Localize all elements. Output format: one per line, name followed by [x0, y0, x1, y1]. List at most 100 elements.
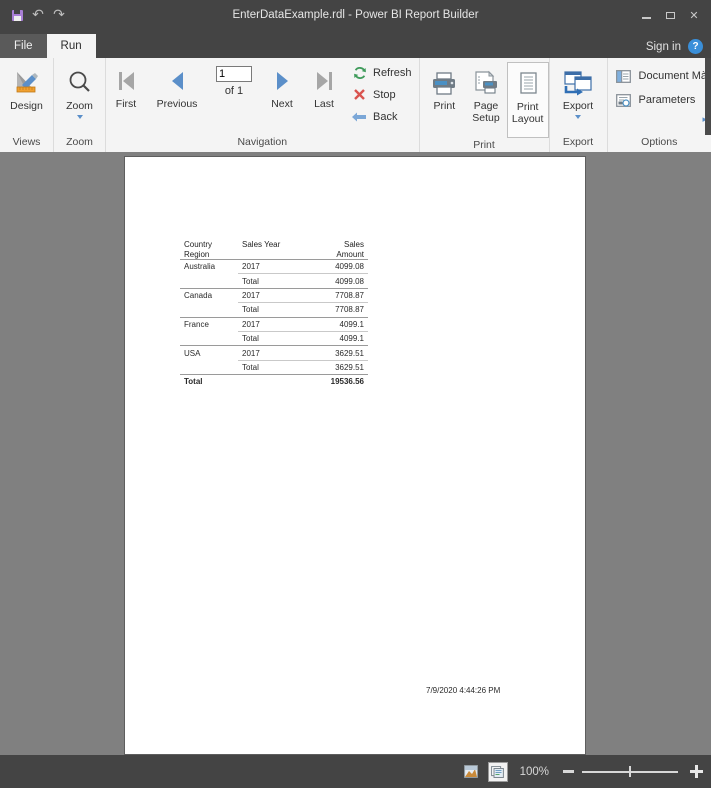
page-setup-label-line1: Page: [473, 100, 499, 112]
ribbon-tab-strip: File Run Sign in ?: [0, 30, 711, 58]
chevron-down-icon[interactable]: [76, 115, 83, 119]
design-button[interactable]: Design: [0, 62, 53, 112]
zoom-button[interactable]: Zoom: [54, 62, 105, 119]
options-commands: Document Mà Parameters: [608, 62, 711, 109]
page-setup-button[interactable]: Page Setup: [465, 62, 507, 124]
previous-page-icon: [171, 64, 183, 98]
cell-year: Total: [238, 302, 304, 318]
navigation-commands: Refresh Stop Back: [344, 60, 418, 126]
minimize-button[interactable]: [635, 5, 657, 25]
zoom-slider-thumb[interactable]: [629, 766, 632, 777]
document-map-icon: [616, 69, 632, 83]
first-page-button[interactable]: First: [106, 60, 146, 110]
ribbon-right-edge: [705, 58, 711, 135]
next-page-button[interactable]: Next: [260, 60, 304, 110]
last-page-button[interactable]: Last: [304, 60, 344, 110]
help-icon[interactable]: ?: [688, 39, 703, 54]
next-page-icon: [276, 64, 288, 98]
signin-area: Sign in ?: [646, 39, 703, 54]
ribbon-group-navigation: First Previous of 1 Next: [106, 58, 420, 152]
cell-country: [180, 303, 238, 317]
tab-run[interactable]: Run: [46, 34, 96, 58]
ribbon-group-views-label: Views: [12, 136, 41, 148]
normal-view-button[interactable]: [462, 763, 480, 781]
restore-button[interactable]: [659, 5, 681, 25]
next-page-label: Next: [271, 98, 293, 110]
page-count-label: of 1: [224, 85, 244, 97]
undo-button[interactable]: ↶: [30, 7, 46, 23]
title-bar: ↶ ↷ EnterDataExample.rdl - Power BI Repo…: [0, 0, 711, 30]
page-setup-icon: [472, 66, 500, 100]
parameters-icon: [616, 93, 632, 107]
print-layout-view-button[interactable]: [487, 761, 508, 782]
zoom-in-button[interactable]: [690, 765, 703, 778]
window-title: EnterDataExample.rdl - Power BI Report B…: [232, 9, 479, 21]
previous-page-button[interactable]: Previous: [146, 60, 208, 110]
grand-total-label: Total: [180, 374, 238, 389]
back-label: Back: [373, 110, 398, 123]
last-page-icon: [316, 64, 332, 98]
page-setup-label-line2: Setup: [472, 112, 500, 124]
status-bar: 100%: [0, 755, 711, 788]
print-layout-label-line1: Print: [516, 101, 539, 113]
stop-icon: [352, 87, 367, 102]
cell-country: [180, 360, 238, 374]
document-map-button[interactable]: Document Mà: [616, 67, 707, 85]
cell-amount: 4099.08: [304, 273, 368, 289]
ribbon-group-zoom-label: Zoom: [66, 136, 93, 148]
print-layout-button[interactable]: Print Layout: [506, 62, 549, 138]
back-button[interactable]: Back: [352, 107, 412, 126]
zoom-slider[interactable]: [582, 766, 678, 778]
grand-total-spacer: [238, 374, 304, 389]
ribbon-group-zoom: Zoom Zoom: [54, 58, 106, 152]
document-map-label: Document Mà: [638, 70, 707, 82]
cell-country: Canada: [184, 291, 213, 301]
design-label: Design: [10, 100, 43, 112]
ribbon: Design Views Zoom Zoom First Previous 1 …: [0, 58, 711, 153]
save-button[interactable]: [9, 7, 25, 23]
cell-year: Total: [238, 359, 304, 375]
cell-amount: 4099.1: [339, 319, 364, 329]
last-page-label: Last: [314, 98, 334, 110]
report-timestamp: 7/9/2020 4:44:26 PM: [426, 686, 501, 695]
cell-amount: 7708.87: [304, 302, 368, 318]
ribbon-group-print: Print Page Setup Print Layout Print: [420, 58, 550, 152]
page-number-control: of 1: [208, 60, 260, 97]
refresh-label: Refresh: [373, 66, 412, 79]
parameters-button[interactable]: Parameters: [616, 91, 707, 109]
close-button[interactable]: ✕: [683, 5, 705, 25]
table-header: Country Region Sales Year Sales Amount: [180, 240, 368, 260]
print-label: Print: [433, 100, 456, 112]
export-icon: [563, 66, 593, 100]
refresh-button[interactable]: Refresh: [352, 63, 412, 82]
cell-country: [180, 274, 238, 288]
export-chevron-down-icon[interactable]: [575, 115, 582, 119]
export-label: Export: [562, 100, 594, 112]
header-sales-amount: Sales Amount: [304, 240, 368, 260]
redo-button[interactable]: ↷: [51, 7, 67, 23]
ribbon-group-print-label: Print: [473, 139, 495, 151]
signin-link[interactable]: Sign in: [646, 41, 681, 53]
cell-amount: 3629.51: [304, 359, 368, 375]
tab-file[interactable]: File: [0, 34, 47, 58]
back-arrow-icon: [352, 109, 367, 124]
first-page-label: First: [115, 98, 137, 110]
report-viewer-canvas[interactable]: Country Region Sales Year Sales Amount A…: [0, 152, 711, 755]
export-button[interactable]: Export: [550, 62, 607, 119]
stop-label: Stop: [373, 88, 396, 101]
zoom-level-label: 100%: [519, 765, 549, 778]
print-button[interactable]: Print: [424, 62, 466, 112]
stop-button[interactable]: Stop: [352, 85, 412, 104]
cell-country: [180, 331, 238, 345]
design-icon: [12, 66, 42, 100]
table-row: Total 3629.51: [180, 359, 368, 375]
header-country-region: Country Region: [180, 240, 238, 260]
cell-country: Australia: [184, 262, 216, 272]
page-number-input[interactable]: [216, 66, 252, 82]
refresh-icon: [352, 65, 367, 80]
table-row: Total 4099.08: [180, 273, 368, 289]
table-row: Total 7708.87: [180, 302, 368, 318]
quick-access-toolbar: ↶ ↷: [0, 7, 67, 23]
zoom-out-button[interactable]: [563, 770, 574, 773]
table-row: Canada 2017 7708.87: [180, 288, 368, 302]
